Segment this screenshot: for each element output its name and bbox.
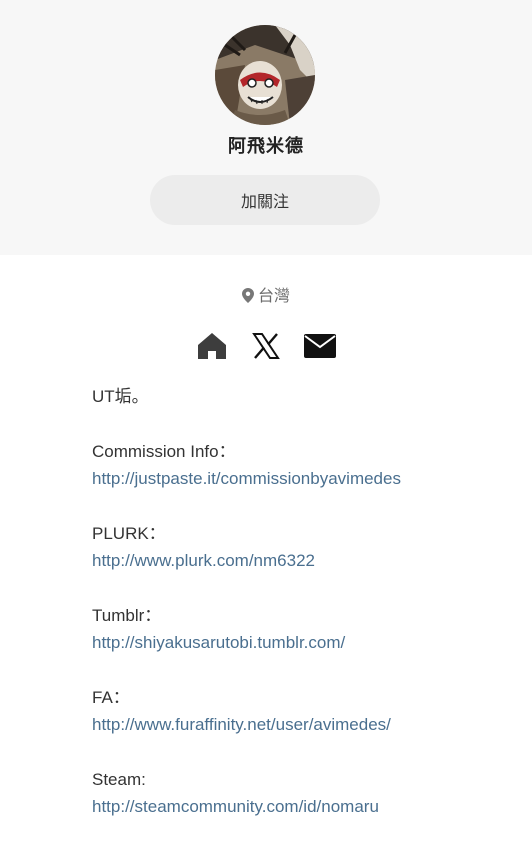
steam-link[interactable]: http://steamcommunity.com/id/nomaru [92,793,512,820]
bio-fa: FA： http://www.furaffinity.net/user/avim… [92,684,512,738]
fa-label: FA： [92,688,130,707]
profile-header: 阿飛米德 加關注 [0,0,532,255]
bio-commission: Commission Info： http://justpaste.it/com… [92,438,512,492]
commission-label: Commission Info： [92,442,236,461]
mail-icon[interactable] [304,330,336,362]
tumblr-link[interactable]: http://shiyakusarutobi.tumblr.com/ [92,629,512,656]
location-pin-icon [241,288,254,307]
commission-link[interactable]: http://justpaste.it/commissionbyavimedes [92,465,512,492]
location-text: 台灣 [257,286,290,305]
location: 台灣 [0,282,532,307]
steam-label: Steam: [92,770,146,789]
home-icon[interactable] [196,330,228,362]
tumblr-label: Tumblr： [92,606,162,625]
fa-link[interactable]: http://www.furaffinity.net/user/avimedes… [92,711,512,738]
plurk-label: PLURK： [92,524,166,543]
bio-steam: Steam: http://steamcommunity.com/id/noma… [92,766,512,820]
bio-intro: UT垢。 [92,387,149,406]
avatar-image [215,25,315,125]
bio-tumblr: Tumblr： http://shiyakusarutobi.tumblr.co… [92,602,512,656]
plurk-link[interactable]: http://www.plurk.com/nm6322 [92,547,512,574]
bio: UT垢。 Commission Info： http://justpaste.i… [92,383,512,848]
avatar[interactable] [215,25,315,125]
bio-plurk: PLURK： http://www.plurk.com/nm6322 [92,520,512,574]
profile-name: 阿飛米德 [228,136,304,157]
social-links [0,330,532,362]
follow-button[interactable]: 加關注 [150,175,380,225]
x-logo-icon[interactable] [250,330,282,362]
